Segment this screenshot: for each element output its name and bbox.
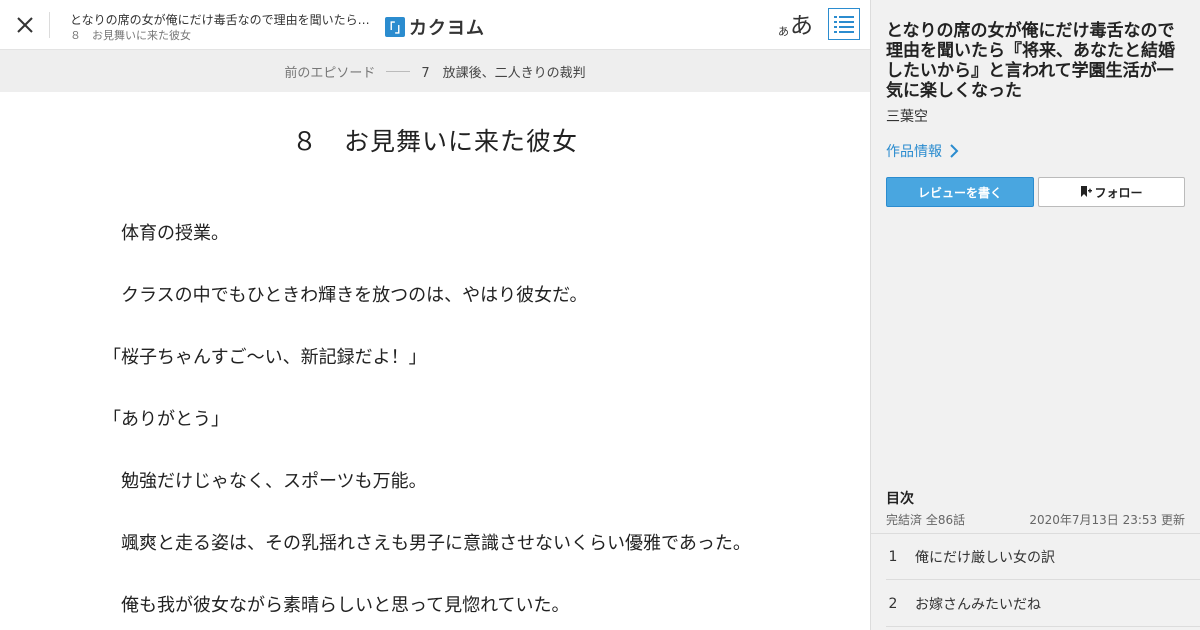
- updated-date: 2020年7月13日 23:53 更新: [1029, 513, 1185, 527]
- top-bar: となりの席の女が俺にだけ毒舌なので理由を聞いたら『将来、あなたと結婚したいから』…: [0, 0, 870, 50]
- completion-status: 完結済 全86話: [886, 513, 966, 527]
- bookmark-plus-icon: [1081, 186, 1093, 197]
- logo-mark-icon: 「」: [383, 17, 407, 37]
- work-title[interactable]: となりの席の女が俺にだけ毒舌なので理由を聞いたら『将来、あなたと結婚したいから』…: [886, 21, 1186, 101]
- episode-title: ８ お見舞いに来た彼女: [291, 127, 578, 156]
- font-size-button[interactable]: あ あ: [778, 9, 813, 39]
- write-review-button[interactable]: レビューを書く: [886, 177, 1034, 207]
- chevron-right-icon: [950, 144, 959, 158]
- author-name[interactable]: 三葉空: [886, 106, 928, 126]
- episode-paragraph: 俺も我が彼女ながら素晴らしいと思って見惚れていた。: [103, 595, 570, 616]
- toc-item-title: 俺にだけ厳しい女の訳: [915, 549, 1055, 566]
- work-info-label: 作品情報: [886, 144, 942, 160]
- follow-button[interactable]: フォロー: [1038, 177, 1185, 207]
- work-info-link[interactable]: 作品情報: [886, 141, 961, 161]
- follow-button-label: フォロー: [1094, 185, 1143, 200]
- toc-item-title: お嫁さんみたいだね: [915, 596, 1041, 613]
- toc-item-number: 2: [888, 595, 898, 612]
- previous-episode-label: 前のエピソード: [284, 65, 376, 81]
- episode-paragraph: 「ありがとう」: [103, 409, 229, 430]
- font-size-small-glyph: あ: [778, 25, 789, 38]
- close-button[interactable]: [14, 14, 36, 36]
- previous-episode-title: 7 放課後、二人きりの裁判: [421, 65, 586, 81]
- episode-paragraph: 体育の授業。: [103, 223, 229, 244]
- work-side-panel: となりの席の女が俺にだけ毒舌なので理由を聞いたら『将来、あなたと結婚したいから』…: [870, 0, 1200, 630]
- toc-item-number: 1: [888, 548, 898, 565]
- toc-heading: 目次: [886, 491, 914, 507]
- previous-episode-link[interactable]: 前のエピソード 7 放課後、二人きりの裁判: [0, 50, 870, 92]
- header-divider: [49, 12, 50, 38]
- previous-episode-divider: [386, 70, 411, 72]
- kakuyomu-logo[interactable]: 「」 カクヨム: [383, 14, 485, 40]
- font-size-large-glyph: あ: [790, 13, 813, 39]
- episode-paragraph: 颯爽と走る姿は、その乳揺れさえも男子に意識させないくらい優雅であった。: [103, 533, 751, 554]
- header-work-title[interactable]: となりの席の女が俺にだけ毒舌なので理由を聞いたら『将来、あなたと結婚したいから』…: [70, 11, 375, 28]
- close-icon: [17, 17, 33, 33]
- episode-paragraph: 「桜子ちゃんすご～い、新記録だよ！」: [103, 347, 427, 368]
- toc-item[interactable]: 1 俺にだけ厳しい女の訳: [886, 534, 1200, 580]
- episode-paragraph: クラスの中でもひときわ輝きを放つのは、やはり彼女だ。: [103, 285, 588, 306]
- list-icon: [834, 16, 854, 33]
- logo-text: カクヨム: [409, 18, 485, 39]
- header-episode-subtitle: ８ お見舞いに来た彼女: [70, 29, 191, 42]
- toc-toggle-button[interactable]: [828, 8, 860, 40]
- episode-paragraph: 勉強だけじゃなく、スポーツも万能。: [103, 471, 427, 492]
- toc-item[interactable]: 2 お嫁さんみたいだね: [886, 581, 1200, 627]
